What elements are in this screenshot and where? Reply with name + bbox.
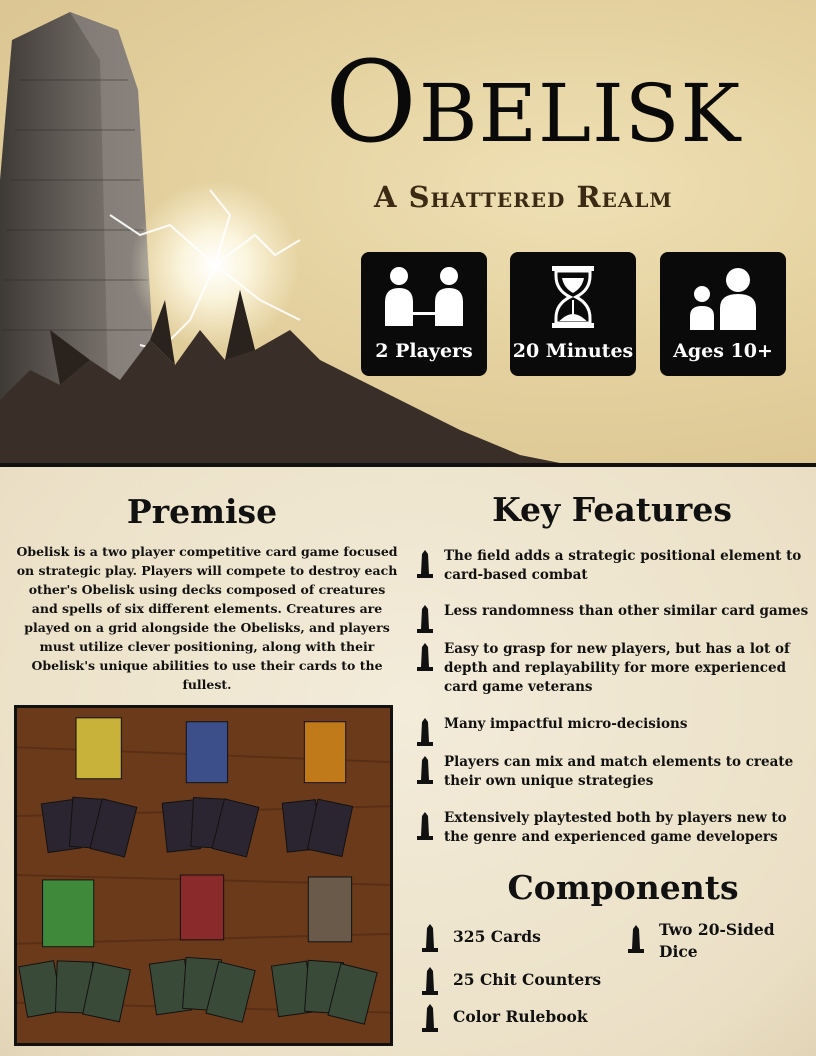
obelisk-bullet-icon [422, 1004, 438, 1032]
players-label: 2 Players [375, 340, 473, 362]
game-subtitle: A Shattered Realm [374, 180, 673, 214]
components-heading: Components [507, 868, 739, 907]
players-badge: 2 Players [361, 252, 487, 376]
ages-label: Ages 10+ [673, 340, 773, 362]
premise-heading: Premise [126, 492, 278, 531]
obelisk-bullet-icon [417, 605, 433, 633]
premise-text: Obelisk is a two player competitive card… [16, 544, 398, 692]
obelisk-bullet-icon [422, 924, 438, 952]
obelisk-bullet-icon [417, 812, 433, 840]
duration-label: 20 Minutes [512, 340, 634, 362]
obelisk-bullet-icon [628, 925, 644, 953]
two-players-icon [385, 267, 463, 326]
game-title: OBELISK [325, 38, 742, 168]
obelisk-bullet-icon [417, 756, 433, 784]
hourglass-icon [552, 266, 594, 328]
obelisk-bullet-icon [417, 550, 433, 578]
obelisk-bullet-icon [417, 643, 433, 671]
game-table-photo [14, 705, 393, 1046]
ages-badge: Ages 10+ [660, 252, 786, 376]
ages-icon [690, 268, 756, 330]
obelisk-bullet-icon [417, 718, 433, 746]
features-heading: Key Features [492, 490, 732, 529]
hero-banner: OBELISK A Shattered Realm 2 Players 20 M… [0, 0, 816, 463]
obelisk-bullet-icon [422, 967, 438, 995]
duration-badge: 20 Minutes [510, 252, 636, 376]
